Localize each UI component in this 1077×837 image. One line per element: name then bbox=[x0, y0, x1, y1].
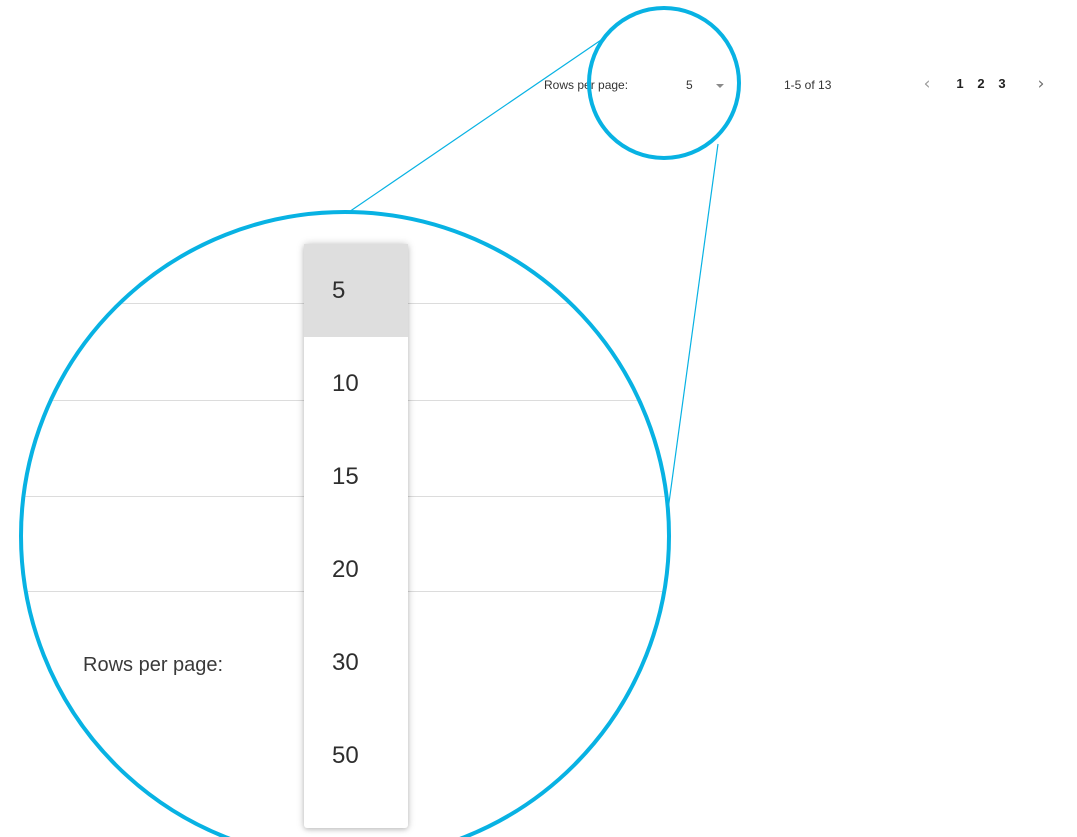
page-button-1[interactable]: 1 bbox=[952, 76, 968, 91]
chevron-right-icon[interactable]: › bbox=[1031, 72, 1051, 96]
rows-option-10[interactable]: 10 bbox=[304, 337, 408, 430]
screenshot-stage: Rows per page: 5 1-5 of 13 ‹ 1 2 3 › Row… bbox=[0, 0, 1077, 837]
rows-per-page-value: 5 bbox=[686, 78, 693, 92]
caret-down-icon bbox=[716, 84, 724, 88]
rows-option-30[interactable]: 30 bbox=[304, 616, 408, 709]
magnified-view: Rows per page: 5 10 15 20 30 50 bbox=[23, 214, 667, 837]
rows-per-page-menu: 5 10 15 20 30 50 bbox=[304, 244, 408, 828]
table-pagination: Rows per page: 5 1-5 of 13 ‹ 1 2 3 › bbox=[0, 0, 1077, 170]
chevron-left-icon[interactable]: ‹ bbox=[917, 72, 937, 96]
pagination-range-text: 1-5 of 13 bbox=[784, 78, 832, 92]
callout-line-right bbox=[667, 143, 719, 511]
rows-option-5[interactable]: 5 bbox=[304, 244, 408, 337]
rows-option-50[interactable]: 50 bbox=[304, 709, 408, 802]
rows-option-20[interactable]: 20 bbox=[304, 523, 408, 616]
page-button-2[interactable]: 2 bbox=[973, 76, 989, 91]
rows-per-page-select[interactable]: 5 bbox=[682, 74, 734, 96]
page-button-3[interactable]: 3 bbox=[994, 76, 1010, 91]
zoom-rows-per-page-label: Rows per page: bbox=[83, 654, 224, 676]
rows-per-page-label: Rows per page: bbox=[544, 78, 629, 92]
rows-option-15[interactable]: 15 bbox=[304, 430, 408, 523]
